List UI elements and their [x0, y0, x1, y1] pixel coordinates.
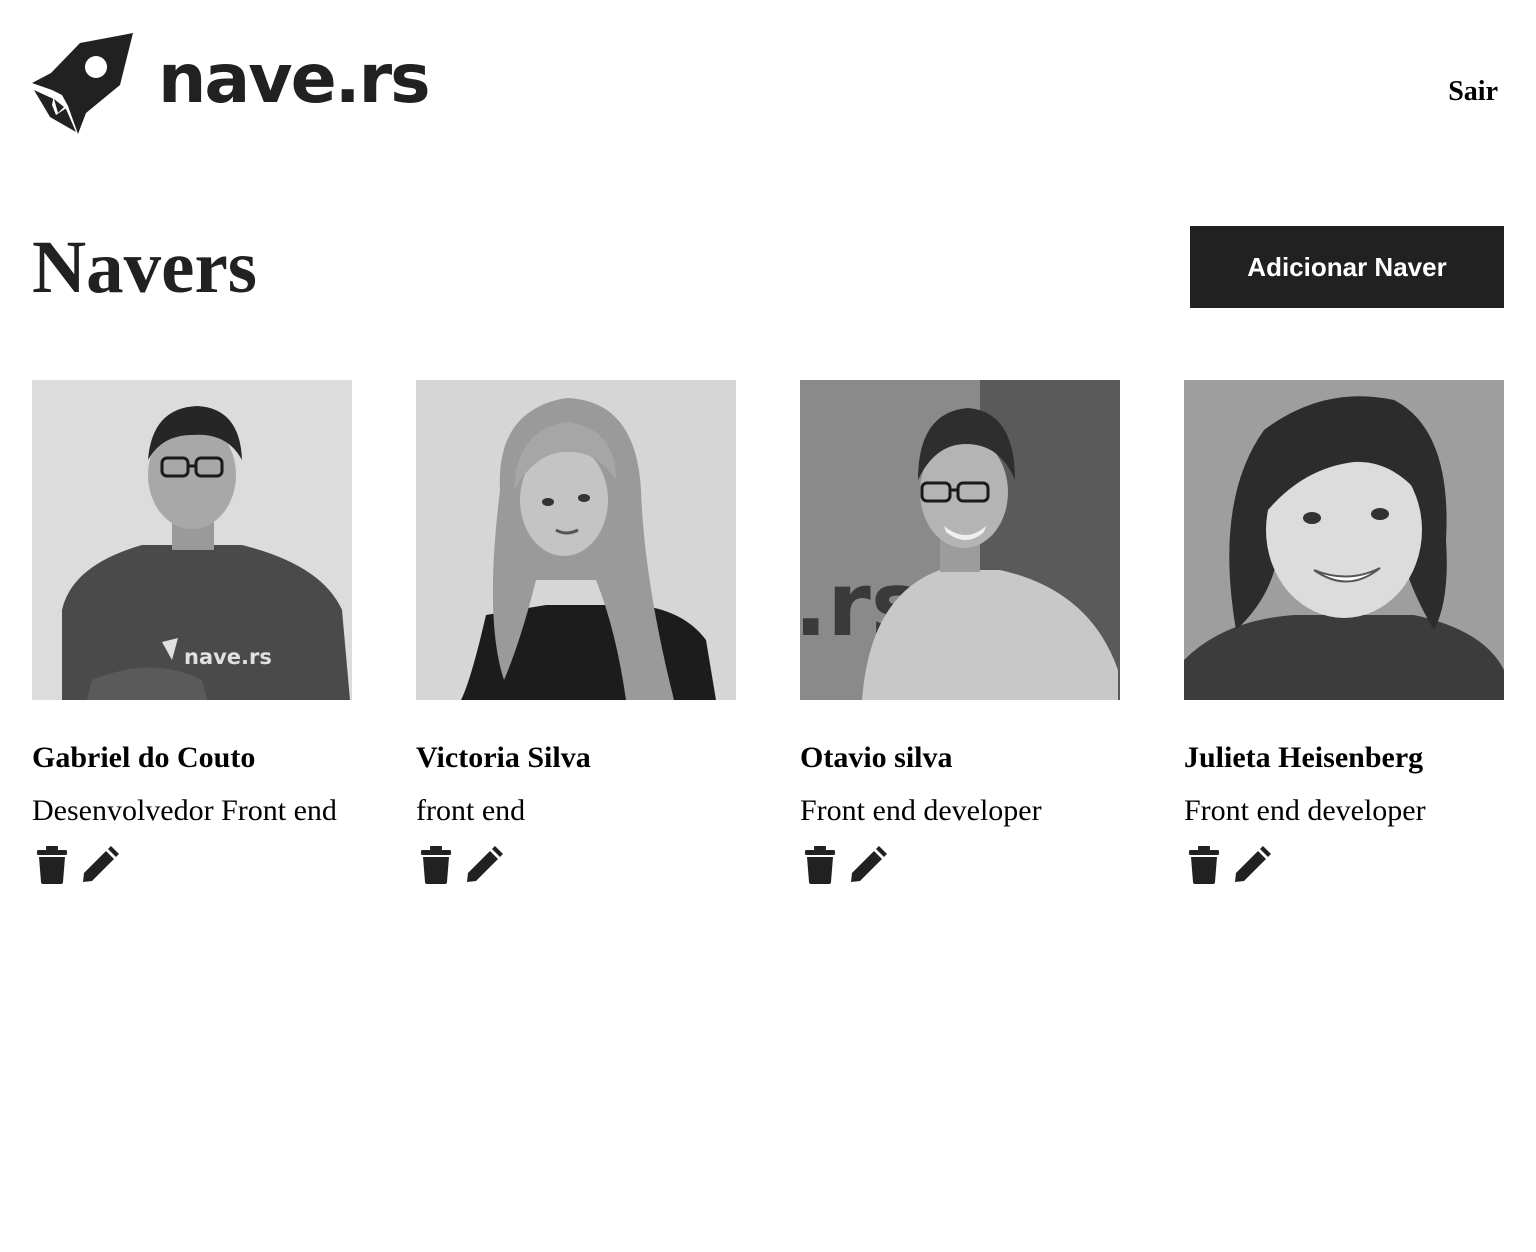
add-naver-button[interactable]: Adicionar Naver [1190, 226, 1504, 308]
naver-card: Victoria Silva front end [416, 380, 736, 885]
naver-name: Victoria Silva [416, 741, 591, 774]
navers-grid: nave.rs Gabriel do Couto Desenvolvedor F… [32, 380, 1504, 885]
naver-actions [32, 845, 352, 885]
svg-text:nave.rs: nave.rs [184, 645, 272, 669]
trash-icon[interactable] [1184, 845, 1224, 885]
pencil-icon[interactable] [80, 845, 120, 885]
naver-job-role: Front end developer [1184, 794, 1426, 827]
pencil-icon[interactable] [464, 845, 504, 885]
rocket-icon [32, 33, 134, 135]
page-title: Navers [32, 226, 257, 309]
page-header: nave.rs Sair [32, 32, 1504, 136]
naver-actions [416, 845, 736, 885]
naver-card: Julieta Heisenberg Front end developer [1184, 380, 1504, 885]
pencil-icon[interactable] [1232, 845, 1272, 885]
naver-name: Gabriel do Couto [32, 741, 256, 774]
naver-name: Julieta Heisenberg [1184, 741, 1424, 774]
naver-job-role: front end [416, 794, 526, 827]
brand-name: nave.rs [158, 40, 431, 119]
naver-card: .rs Otavio silva Front end developer [800, 380, 1120, 885]
naver-job-role: Desenvolvedor Front end [32, 794, 337, 827]
naver-photo[interactable] [1184, 380, 1504, 700]
naver-actions [1184, 845, 1504, 885]
brand-logo[interactable]: nave.rs [32, 32, 431, 136]
logout-link[interactable]: Sair [1448, 76, 1498, 108]
naver-photo[interactable] [416, 380, 736, 700]
naver-photo[interactable]: nave.rs [32, 380, 352, 700]
naver-job-role: Front end developer [800, 794, 1042, 827]
trash-icon[interactable] [800, 845, 840, 885]
trash-icon[interactable] [416, 845, 456, 885]
naver-photo[interactable]: .rs [800, 380, 1120, 700]
naver-name: Otavio silva [800, 741, 953, 774]
pencil-icon[interactable] [848, 845, 888, 885]
naver-card: nave.rs Gabriel do Couto Desenvolvedor F… [32, 380, 352, 885]
naver-actions [800, 845, 1120, 885]
trash-icon[interactable] [32, 845, 72, 885]
